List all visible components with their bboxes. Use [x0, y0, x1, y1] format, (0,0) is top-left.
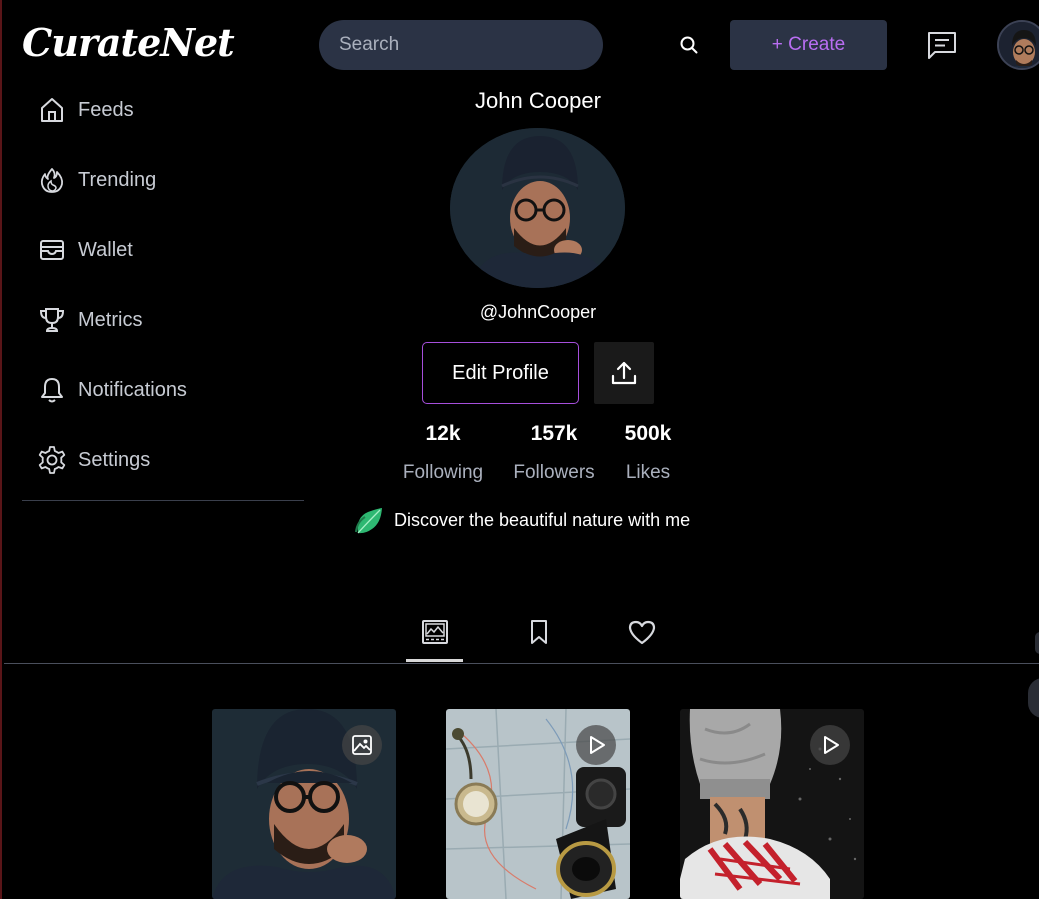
stat-value: 12k — [425, 422, 461, 445]
post-tile[interactable] — [680, 709, 864, 899]
tab-saved[interactable] — [510, 614, 567, 664]
stat-label: Followers — [513, 462, 595, 483]
sidebar-item-wallet[interactable]: Wallet — [22, 215, 304, 285]
window-edge — [0, 0, 2, 899]
post-type-badge — [342, 725, 382, 765]
scroll-button[interactable] — [1028, 678, 1039, 718]
sidebar-item-label: Wallet — [78, 238, 133, 261]
sidebar-item-label: Trending — [78, 168, 157, 191]
bookmark-icon — [530, 620, 547, 644]
gear-icon — [37, 445, 67, 475]
stat-label: Likes — [625, 462, 671, 483]
leaf-icon — [355, 508, 382, 534]
avatar — [999, 22, 1039, 68]
sidebar-item-notifications[interactable]: Notifications — [22, 355, 304, 425]
create-button[interactable]: + Create — [730, 20, 887, 70]
sidebar: Feeds Trending Wallet Metrics Notificati… — [22, 75, 304, 501]
profile-handle: @JohnCooper — [479, 302, 597, 322]
sidebar-item-label: Feeds — [78, 98, 134, 121]
play-icon — [824, 736, 839, 754]
search-button[interactable] — [676, 32, 702, 58]
home-icon — [37, 95, 67, 125]
upload-icon — [611, 361, 637, 385]
flame-icon — [37, 165, 67, 195]
heart-icon — [628, 620, 655, 645]
chat-icon — [928, 32, 956, 59]
user-avatar-button[interactable] — [997, 20, 1039, 70]
sidebar-item-settings[interactable]: Settings — [22, 425, 304, 495]
tab-liked[interactable] — [613, 614, 670, 664]
profile-name: John Cooper — [475, 88, 601, 113]
tab-posts[interactable] — [406, 614, 463, 664]
post-type-badge — [576, 725, 616, 765]
profile-avatar[interactable] — [450, 128, 625, 288]
search-input[interactable] — [339, 34, 603, 56]
tabs-divider — [4, 663, 1039, 664]
play-icon — [590, 736, 605, 754]
trophy-icon — [37, 305, 67, 335]
share-profile-button[interactable] — [594, 342, 654, 404]
wallet-icon — [37, 235, 67, 265]
post-tile[interactable] — [446, 709, 630, 899]
stat-likes[interactable]: 500k Likes — [613, 422, 683, 484]
bell-icon — [37, 375, 67, 405]
profile-bio: Discover the beautiful nature with me — [354, 505, 690, 535]
post-type-badge — [810, 725, 850, 765]
bio-text: Discover the beautiful nature with me — [394, 509, 691, 530]
search-icon — [680, 36, 698, 54]
gallery-icon — [421, 620, 448, 644]
sidebar-item-label: Settings — [78, 448, 151, 471]
search-bar[interactable] — [319, 20, 603, 70]
stat-followers[interactable]: 157k Followers — [508, 422, 600, 484]
post-tile[interactable] — [212, 709, 396, 899]
sidebar-item-feeds[interactable]: Feeds — [22, 75, 304, 145]
sidebar-item-label: Metrics — [78, 308, 143, 331]
stat-label: Following — [402, 462, 484, 483]
sidebar-divider — [22, 500, 304, 501]
sidebar-item-metrics[interactable]: Metrics — [22, 285, 304, 355]
sidebar-item-trending[interactable]: Trending — [22, 145, 304, 215]
app-logo[interactable]: CurateNet — [22, 20, 235, 65]
edit-profile-button[interactable]: Edit Profile — [422, 342, 579, 404]
sidebar-item-label: Notifications — [78, 378, 187, 401]
stat-value: 157k — [530, 422, 578, 445]
stat-value: 500k — [624, 422, 672, 445]
scroll-handle[interactable] — [1035, 632, 1039, 654]
image-icon — [352, 735, 372, 755]
stat-following[interactable]: 12k Following — [398, 422, 488, 484]
messages-button[interactable] — [924, 28, 960, 62]
